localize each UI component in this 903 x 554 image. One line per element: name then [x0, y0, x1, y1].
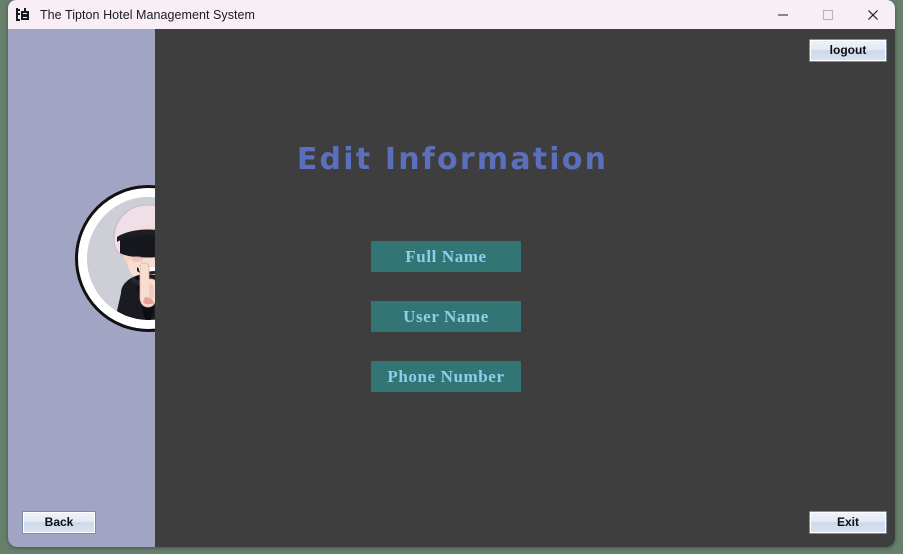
window-title: The Tipton Hotel Management System [40, 7, 255, 22]
window-body: logout Edit Information Full Name User N… [8, 29, 895, 547]
user-name-button[interactable]: User Name [371, 301, 521, 332]
minimize-icon[interactable] [760, 0, 805, 29]
application-window: The Tipton Hotel Management System logou… [8, 0, 895, 547]
desktop-background: The Tipton Hotel Management System logou… [0, 0, 903, 554]
full-name-button[interactable]: Full Name [371, 241, 521, 272]
logout-button[interactable]: logout [809, 39, 887, 62]
window-controls [760, 0, 895, 29]
exit-button[interactable]: Exit [809, 511, 887, 534]
phone-number-button[interactable]: Phone Number [371, 361, 521, 392]
back-button[interactable]: Back [22, 511, 96, 534]
main-content: logout Edit Information Full Name User N… [155, 29, 895, 547]
page-title: Edit Information [296, 142, 609, 177]
app-icon [15, 7, 31, 23]
title-bar: The Tipton Hotel Management System [8, 0, 895, 29]
close-icon[interactable] [850, 0, 895, 29]
maximize-icon[interactable] [805, 0, 850, 29]
